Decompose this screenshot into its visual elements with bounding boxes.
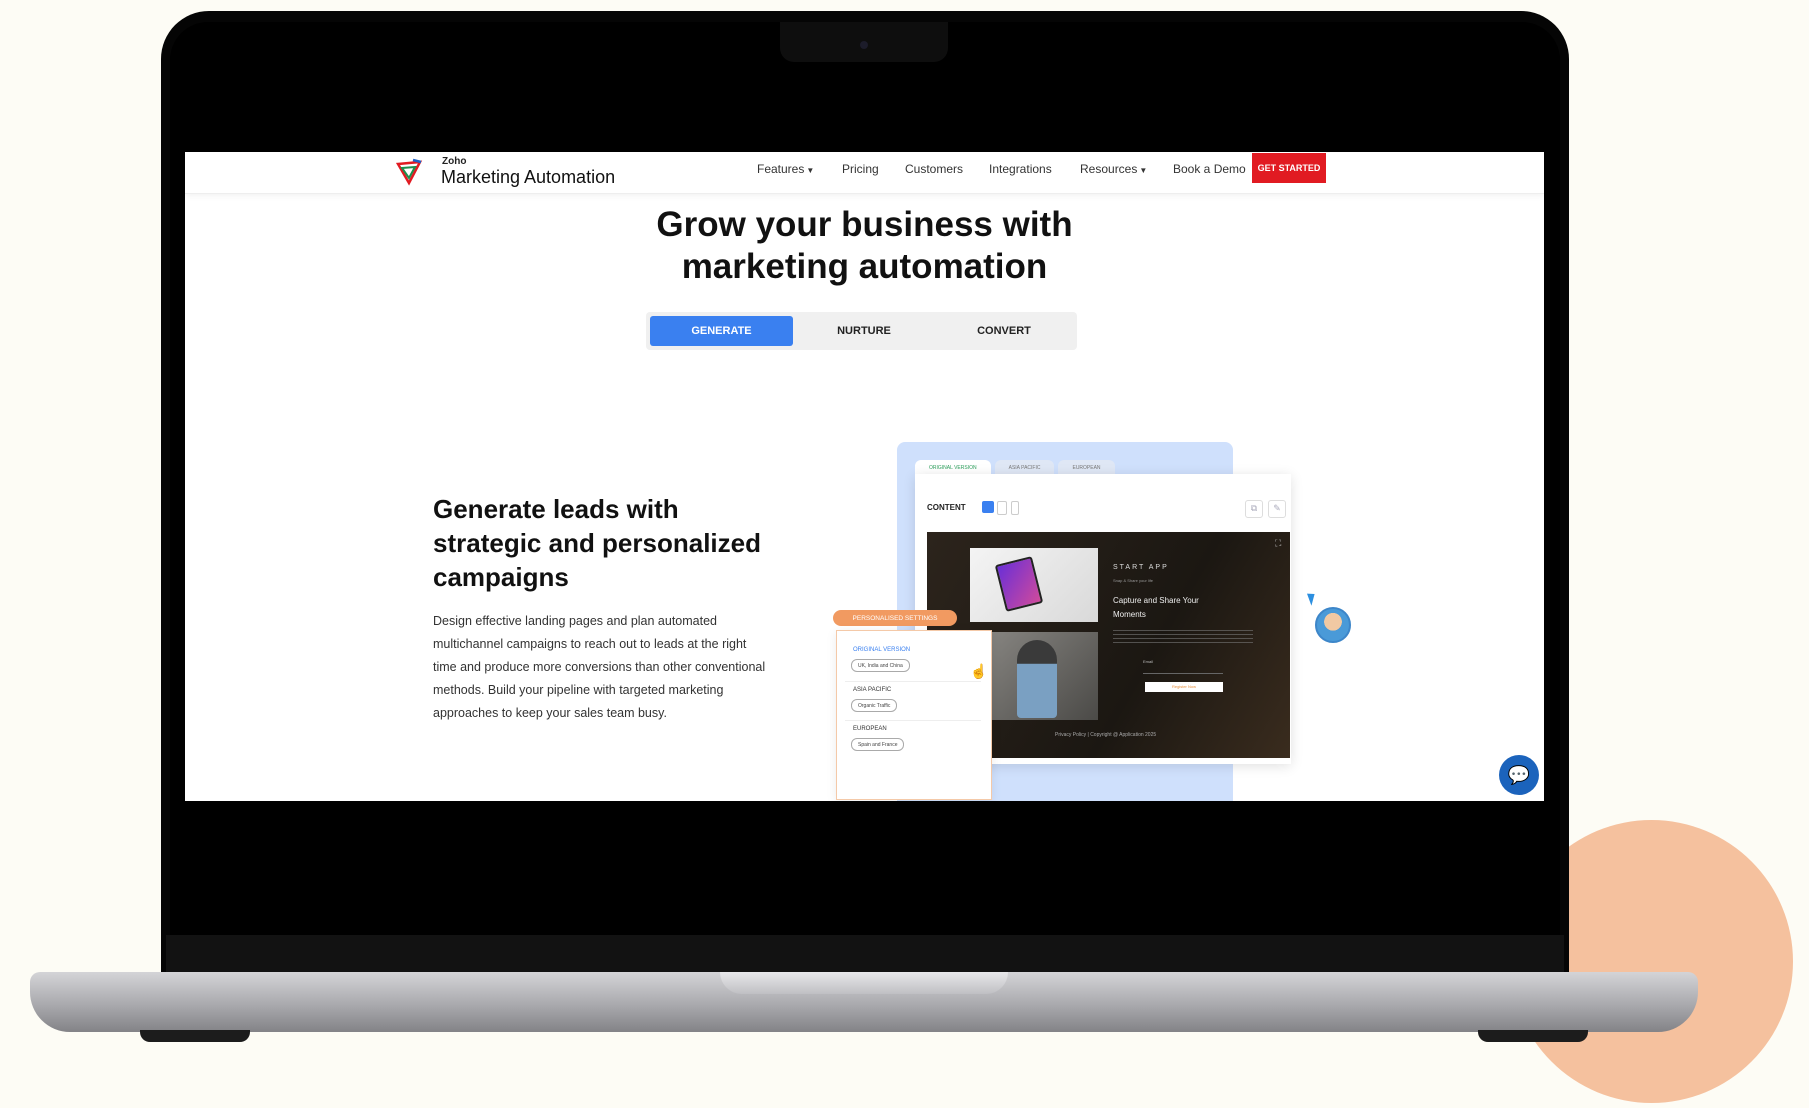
nav-features-label: Features	[757, 162, 805, 176]
brand-company: Zoho	[442, 156, 467, 167]
cursor-icon	[1306, 591, 1319, 606]
share-icon[interactable]: ⧉	[1245, 500, 1263, 518]
personalised-settings-badge: PERSONALISED SETTINGS	[833, 610, 957, 626]
avatar	[1315, 607, 1351, 643]
nav-customers[interactable]: Customers	[905, 162, 963, 176]
group-original-pill[interactable]: UK, India and China	[851, 659, 910, 672]
browser-screen: Zoho Marketing Automation Features ▼ Pric…	[185, 152, 1544, 801]
section-body: Design effective landing pages and plan …	[433, 614, 766, 720]
preview-email-field	[1143, 665, 1223, 674]
tab-nurture[interactable]: NURTURE	[796, 316, 932, 346]
caret-down-icon: ▼	[806, 166, 815, 175]
group-asia-pill[interactable]: Organic Traffic	[851, 699, 898, 712]
preview-email-label: Email	[1143, 659, 1154, 664]
caret-down-icon: ▼	[1139, 166, 1148, 175]
hero-title-line1: Grow your business with	[656, 205, 1073, 244]
group-asia-title: ASIA PACIFIC	[853, 687, 892, 693]
tablet-icon[interactable]	[997, 501, 1007, 515]
laptop-opening-notch	[720, 972, 1008, 994]
preview-app-name: START APP	[1113, 564, 1169, 571]
hero-title-line2: marketing automation	[681, 247, 1048, 286]
expand-icon[interactable]: ⛶	[1275, 538, 1281, 549]
mobile-icon[interactable]	[1011, 501, 1019, 515]
laptop-foot-left	[140, 1030, 250, 1042]
nav-features[interactable]: Features ▼	[757, 162, 814, 176]
personalised-settings-panel: ORIGINAL VERSION UK, India and China ☝ A…	[836, 630, 992, 800]
panel-divider	[845, 681, 981, 682]
group-european-title: EUROPEAN	[853, 726, 887, 732]
preview-register-label: Register Now	[1171, 684, 1196, 689]
nav-resources-label: Resources	[1080, 162, 1138, 176]
brand-product: Marketing Automation	[441, 167, 616, 187]
camera-icon	[860, 41, 868, 49]
tab-generate[interactable]: GENERATE	[650, 316, 793, 346]
hand-pointer-icon: ☝	[970, 663, 988, 679]
group-european-pill[interactable]: Spain and France	[851, 738, 905, 751]
hero-title: Grow your business with marketing automa…	[185, 204, 1544, 288]
zoho-logo-icon	[395, 158, 423, 186]
chat-icon[interactable]: 💬	[1499, 755, 1539, 795]
group-original-title: ORIGINAL VERSION	[853, 647, 911, 653]
desktop-icon[interactable]	[982, 501, 994, 513]
feature-tabs: GENERATE NURTURE CONVERT	[646, 312, 1077, 350]
panel-divider	[845, 720, 981, 721]
preview-person-graphic	[1017, 640, 1057, 718]
get-started-button[interactable]: GET STARTED	[1252, 153, 1326, 183]
preview-headline: Capture and Share Your Moments	[1113, 596, 1199, 619]
tab-convert[interactable]: CONVERT	[936, 316, 1072, 346]
nav-resources[interactable]: Resources ▼	[1080, 162, 1147, 176]
nav-pricing[interactable]: Pricing	[842, 162, 879, 176]
mockup-content-label: CONTENT	[927, 503, 966, 512]
laptop-chin	[166, 935, 1564, 975]
preview-tagline: Snap & Share your life	[1113, 578, 1154, 583]
nav-integrations[interactable]: Integrations	[989, 162, 1052, 176]
edit-icon[interactable]: ✎	[1268, 500, 1286, 518]
preview-footer: Privacy Policy | Copyright @ Application…	[1055, 732, 1157, 738]
top-nav: Zoho Marketing Automation Features ▼ Pric…	[185, 152, 1544, 194]
preview-register-button: Register Now	[1145, 682, 1223, 692]
section-title: Generate leads with strategic and person…	[433, 494, 761, 592]
preview-body-text	[1113, 630, 1253, 644]
laptop-foot-right	[1478, 1030, 1588, 1042]
nav-book-demo[interactable]: Book a Demo	[1173, 162, 1246, 176]
